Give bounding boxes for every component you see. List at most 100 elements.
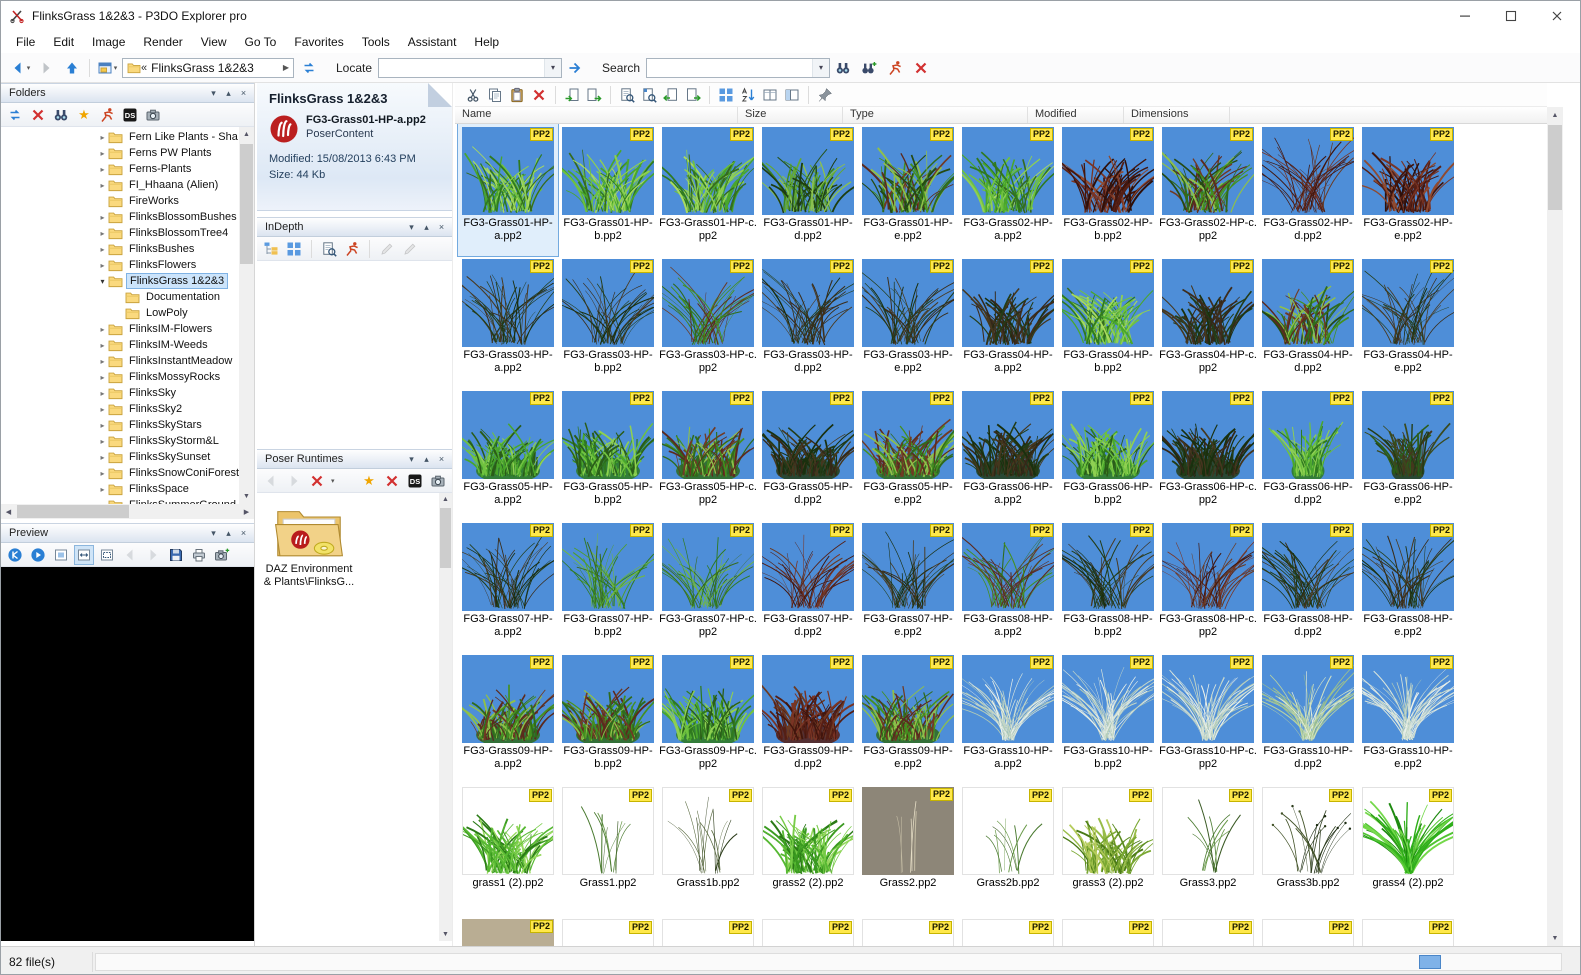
indepth-close-button[interactable]: × — [434, 220, 449, 235]
tree-collapsed-icon[interactable]: ▸ — [97, 501, 108, 505]
search-input[interactable] — [647, 58, 813, 77]
folders-favorites-icon[interactable]: ★ — [74, 105, 94, 125]
maximize-button[interactable] — [1488, 1, 1534, 31]
preview-save-icon[interactable] — [166, 545, 186, 565]
folder-item[interactable]: ▸ FlinksBushes — [1, 241, 239, 257]
thumbnail-size-slider[interactable] — [1419, 954, 1441, 969]
locate-combobox[interactable]: ▾ — [378, 57, 563, 78]
folder-item[interactable]: ▸ FlinksIM-Weeds — [1, 337, 239, 353]
search-clear-button[interactable] — [909, 57, 933, 79]
folder-item[interactable]: ▸ FlinksIM-Flowers — [1, 321, 239, 337]
sync-button[interactable] — [297, 57, 321, 79]
cut-icon[interactable] — [463, 85, 483, 105]
folder-item[interactable]: ▸ FlinksMossyRocks — [1, 369, 239, 385]
search-button[interactable] — [831, 57, 855, 79]
file-next-icon[interactable] — [683, 85, 703, 105]
preview-back-key-icon[interactable] — [5, 545, 25, 565]
scroll-left-icon[interactable]: ◀ — [1, 504, 16, 519]
runtimes-remove-caret-icon[interactable]: ▾ — [331, 477, 335, 485]
preview-print-icon[interactable] — [189, 545, 209, 565]
folders-refresh-icon[interactable] — [5, 105, 25, 125]
main-vertical-scrollbar[interactable]: ▲ ▼ — [1547, 107, 1563, 946]
folder-item[interactable]: ▸ Ferns PW Plants — [1, 145, 239, 161]
runtimes-collapse-button[interactable]: ▴ — [419, 452, 434, 467]
indepth-edit2-icon[interactable] — [400, 239, 420, 259]
file-item[interactable]: PP2 FG3-Grass02-HP-a.pp2 — [958, 124, 1058, 256]
folders-collapse-button[interactable]: ▴ — [221, 86, 236, 101]
tree-collapsed-icon[interactable]: ▸ — [97, 357, 108, 366]
file-item[interactable]: PP2 — [1258, 916, 1358, 946]
file-item[interactable]: PP2 FG3-Grass10-HP-e.pp2 — [1358, 652, 1458, 784]
column-header-name[interactable]: Name — [455, 107, 738, 123]
tree-collapsed-icon[interactable]: ▸ — [97, 421, 108, 430]
folders-find-icon[interactable] — [51, 105, 71, 125]
file-item[interactable]: PP2 — [1158, 916, 1258, 946]
tree-collapsed-icon[interactable]: ▸ — [97, 181, 108, 190]
folders-close-button[interactable]: × — [236, 86, 251, 101]
indepth-runner-icon[interactable] — [342, 239, 362, 259]
column-header-modified[interactable]: Modified — [1028, 107, 1124, 123]
tree-collapsed-icon[interactable]: ▸ — [97, 437, 108, 446]
tree-collapsed-icon[interactable]: ▸ — [97, 133, 108, 142]
runtimes-ds-icon[interactable]: DS — [405, 471, 425, 491]
file-item[interactable]: PP2 FG3-Grass07-HP-e.pp2 — [858, 520, 958, 652]
file-item[interactable]: PP2 — [558, 916, 658, 946]
folder-item[interactable]: ▸ Fern Like Plants - Sha — [1, 129, 239, 145]
main-scrollbar-thumb[interactable] — [1548, 125, 1562, 210]
file-item[interactable]: PP2 FG3-Grass02-HP-e.pp2 — [1358, 124, 1458, 256]
menu-help[interactable]: Help — [465, 33, 508, 51]
file-item[interactable]: PP2 grass1 (2).pp2 — [458, 784, 558, 916]
file-item[interactable]: PP2 FG3-Grass04-HP-c.pp2 — [1158, 256, 1258, 388]
scroll-down-icon[interactable]: ▼ — [239, 489, 254, 504]
file-item[interactable]: PP2 FG3-Grass03-HP-b.pp2 — [558, 256, 658, 388]
folders-remove-icon[interactable] — [28, 105, 48, 125]
runtimes-favorites-icon[interactable]: ★ — [359, 471, 379, 491]
column-header-dimensions[interactable]: Dimensions — [1124, 107, 1230, 123]
tree-collapsed-icon[interactable]: ▸ — [97, 341, 108, 350]
folders-hscrollbar-thumb[interactable] — [17, 505, 129, 518]
file-item[interactable]: PP2 FG3-Grass01-HP-d.pp2 — [758, 124, 858, 256]
file-item[interactable]: PP2 FG3-Grass01-HP-b.pp2 — [558, 124, 658, 256]
tree-collapsed-icon[interactable]: ▸ — [97, 325, 108, 334]
file-item[interactable]: PP2 FG3-Grass02-HP-c.pp2 — [1158, 124, 1258, 256]
breadcrumb-overflow-icon[interactable]: « — [141, 62, 147, 74]
tree-collapsed-icon[interactable]: ▸ — [97, 229, 108, 238]
file-item[interactable]: PP2 FG3-Grass09-HP-a.pp2 — [458, 652, 558, 784]
thumbnails-view-icon[interactable] — [716, 85, 736, 105]
pin-icon[interactable] — [815, 85, 835, 105]
folders-horizontal-scrollbar[interactable]: ◀ ▶ — [1, 504, 254, 519]
file-item[interactable]: PP2 — [458, 916, 558, 946]
folder-item[interactable]: ▸ FlinksSkyStars — [1, 417, 239, 433]
runtime-folder-item[interactable]: DAZ Environment & Plants\FlinksG... — [261, 503, 357, 589]
tree-collapsed-icon[interactable]: ▸ — [97, 469, 108, 478]
zoom-fit-icon[interactable] — [74, 544, 94, 565]
go-button[interactable] — [563, 57, 587, 79]
tree-collapsed-icon[interactable]: ▸ — [97, 213, 108, 222]
file-item[interactable]: PP2 — [758, 916, 858, 946]
scroll-up-icon[interactable]: ▲ — [439, 493, 452, 506]
file-item[interactable]: PP2 FG3-Grass03-HP-c.pp2 — [658, 256, 758, 388]
folders-vertical-scrollbar[interactable]: ▲ ▼ — [239, 127, 254, 504]
folder-item[interactable]: ▸ FlinksSummerGround — [1, 497, 239, 504]
menu-edit[interactable]: Edit — [44, 33, 83, 51]
breadcrumb-next-icon[interactable]: ▶ — [283, 63, 289, 72]
folder-item[interactable]: ▸ FlinksSnowConiForest — [1, 465, 239, 481]
preview-play-icon[interactable] — [28, 545, 48, 565]
back-button[interactable]: ▾ — [8, 57, 32, 79]
folder-item[interactable]: ▸ FlinksSky2 — [1, 401, 239, 417]
folder-item[interactable]: FireWorks — [1, 193, 239, 209]
file-item[interactable]: PP2 FG3-Grass08-HP-b.pp2 — [1058, 520, 1158, 652]
file-item[interactable]: PP2 FG3-Grass08-HP-a.pp2 — [958, 520, 1058, 652]
file-item[interactable]: PP2 FG3-Grass01-HP-e.pp2 — [858, 124, 958, 256]
indepth-thumbs-view-icon[interactable] — [284, 239, 304, 259]
file-item[interactable]: PP2 FG3-Grass10-HP-d.pp2 — [1258, 652, 1358, 784]
tree-collapsed-icon[interactable]: ▸ — [97, 373, 108, 382]
file-item[interactable]: PP2 FG3-Grass06-HP-c.pp2 — [1158, 388, 1258, 520]
preview-collapse-button[interactable]: ▴ — [221, 526, 236, 541]
file-item[interactable]: PP2 Grass2b.pp2 — [958, 784, 1058, 916]
runtimes-menu-button[interactable]: ▾ — [404, 452, 419, 467]
menu-render[interactable]: Render — [134, 33, 191, 51]
tree-collapsed-icon[interactable]: ▸ — [97, 485, 108, 494]
indepth-locate-icon[interactable] — [319, 239, 339, 259]
file-item[interactable]: PP2 grass4 (2).pp2 — [1358, 784, 1458, 916]
